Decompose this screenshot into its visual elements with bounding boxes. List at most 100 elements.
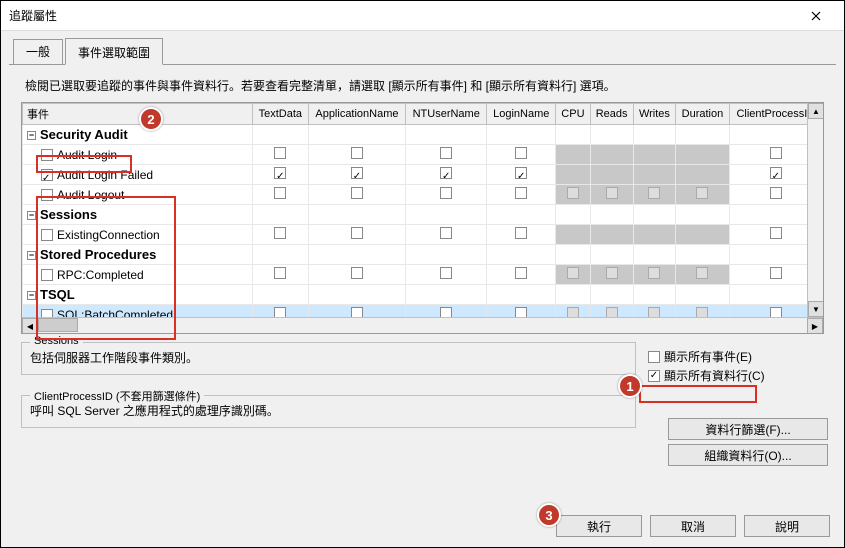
cell-checkbox[interactable] <box>515 147 527 159</box>
cell-checkbox[interactable] <box>648 267 660 279</box>
grid-cell[interactable] <box>676 185 730 205</box>
grid-cell[interactable] <box>406 125 487 145</box>
category-row[interactable]: −Stored Procedures <box>23 245 823 265</box>
grid-cell[interactable] <box>556 145 590 165</box>
grid-cell[interactable] <box>253 185 309 205</box>
grid-cell[interactable] <box>308 205 406 225</box>
tab-events[interactable]: 事件選取範圍 <box>65 38 163 65</box>
grid-cell[interactable] <box>308 225 406 245</box>
grid-cell[interactable] <box>633 285 675 305</box>
column-header[interactable]: Duration <box>676 104 730 125</box>
scroll-right-button[interactable]: ▶ <box>807 318 823 334</box>
grid-cell[interactable] <box>633 185 675 205</box>
scroll-left-button[interactable]: ◀ <box>22 318 38 334</box>
grid-cell[interactable] <box>633 225 675 245</box>
row-checkbox[interactable] <box>41 189 53 201</box>
grid-cell[interactable] <box>487 285 556 305</box>
grid-cell[interactable] <box>676 145 730 165</box>
collapse-icon[interactable]: − <box>27 211 36 220</box>
grid-cell[interactable] <box>308 145 406 165</box>
cell-checkbox[interactable] <box>567 267 579 279</box>
grid-cell[interactable] <box>487 225 556 245</box>
grid-cell[interactable] <box>487 125 556 145</box>
grid-cell[interactable] <box>633 205 675 225</box>
cell-checkbox[interactable] <box>351 267 363 279</box>
cell-checkbox[interactable] <box>515 187 527 199</box>
row-checkbox[interactable] <box>41 149 53 161</box>
grid-cell[interactable] <box>676 225 730 245</box>
cancel-button[interactable]: 取消 <box>650 515 736 537</box>
cell-checkbox[interactable] <box>351 187 363 199</box>
grid-cell[interactable] <box>487 165 556 185</box>
grid-cell[interactable] <box>676 125 730 145</box>
tab-general[interactable]: 一般 <box>13 39 63 64</box>
grid-cell[interactable] <box>308 185 406 205</box>
vertical-scrollbar[interactable]: ▲ ▼ <box>807 103 823 317</box>
horizontal-scrollbar[interactable]: ◀ ▶ <box>22 317 823 333</box>
grid-cell[interactable] <box>406 265 487 285</box>
grid-cell[interactable] <box>556 245 590 265</box>
cell-checkbox[interactable] <box>770 227 782 239</box>
grid-cell[interactable] <box>556 185 590 205</box>
grid-cell[interactable] <box>633 145 675 165</box>
collapse-icon[interactable]: − <box>27 131 36 140</box>
cell-checkbox[interactable] <box>606 187 618 199</box>
cell-checkbox[interactable] <box>351 167 363 179</box>
cell-checkbox[interactable] <box>567 187 579 199</box>
grid-cell[interactable] <box>308 245 406 265</box>
category-row[interactable]: −Sessions <box>23 205 823 225</box>
grid-cell[interactable] <box>590 185 633 205</box>
grid-cell[interactable] <box>556 165 590 185</box>
grid-cell[interactable] <box>406 285 487 305</box>
grid-cell[interactable] <box>633 125 675 145</box>
grid-cell[interactable] <box>487 145 556 165</box>
grid-cell[interactable] <box>253 285 309 305</box>
cell-checkbox[interactable] <box>606 267 618 279</box>
cell-checkbox[interactable] <box>440 167 452 179</box>
grid-cell[interactable] <box>590 165 633 185</box>
cell-checkbox[interactable] <box>770 167 782 179</box>
grid-cell[interactable] <box>590 265 633 285</box>
grid-cell[interactable] <box>487 265 556 285</box>
column-header[interactable]: CPU <box>556 104 590 125</box>
grid-cell[interactable] <box>590 125 633 145</box>
close-button[interactable] <box>796 2 836 30</box>
cell-checkbox[interactable] <box>274 147 286 159</box>
cell-checkbox[interactable] <box>440 187 452 199</box>
cell-checkbox[interactable] <box>351 147 363 159</box>
cell-checkbox[interactable] <box>440 227 452 239</box>
grid-cell[interactable] <box>406 145 487 165</box>
cell-checkbox[interactable] <box>770 267 782 279</box>
grid-cell[interactable] <box>590 285 633 305</box>
column-header[interactable]: TextData <box>253 104 309 125</box>
cell-checkbox[interactable] <box>274 187 286 199</box>
grid-cell[interactable] <box>487 205 556 225</box>
grid-cell[interactable] <box>556 205 590 225</box>
grid-cell[interactable] <box>633 245 675 265</box>
grid-cell[interactable] <box>556 285 590 305</box>
column-organize-button[interactable]: 組織資料行(O)... <box>668 444 828 466</box>
cell-checkbox[interactable] <box>351 227 363 239</box>
grid-cell[interactable] <box>676 285 730 305</box>
grid-cell[interactable] <box>253 205 309 225</box>
show-all-cols-checkbox[interactable] <box>648 370 660 382</box>
grid-cell[interactable] <box>406 185 487 205</box>
grid-cell[interactable] <box>253 145 309 165</box>
row-checkbox[interactable] <box>41 269 53 281</box>
scroll-track[interactable] <box>38 318 807 333</box>
grid-cell[interactable] <box>487 245 556 265</box>
collapse-icon[interactable]: − <box>27 291 36 300</box>
cell-checkbox[interactable] <box>515 227 527 239</box>
grid-cell[interactable] <box>308 265 406 285</box>
show-all-cols-row[interactable]: 顯示所有資料行(C) <box>648 367 828 384</box>
grid-cell[interactable] <box>590 205 633 225</box>
row-checkbox[interactable] <box>41 229 53 241</box>
grid-cell[interactable] <box>487 185 556 205</box>
column-header[interactable]: 事件 <box>23 104 253 125</box>
grid-cell[interactable] <box>253 225 309 245</box>
cell-checkbox[interactable] <box>515 167 527 179</box>
cell-checkbox[interactable] <box>696 267 708 279</box>
grid-cell[interactable] <box>406 225 487 245</box>
cell-checkbox[interactable] <box>696 187 708 199</box>
grid-cell[interactable] <box>253 165 309 185</box>
